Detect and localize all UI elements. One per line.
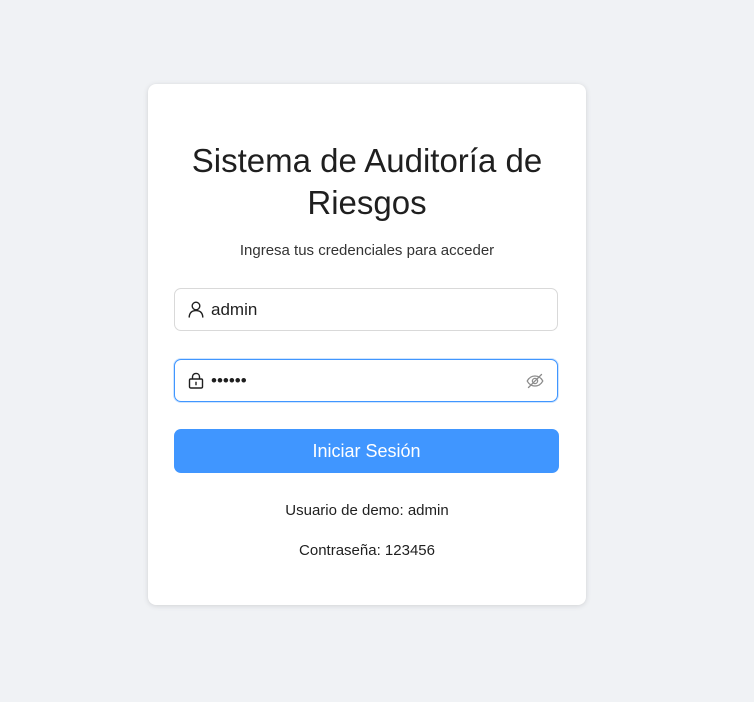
page-title: Sistema de Auditoría de Riesgos bbox=[191, 142, 543, 221]
demo-username-text: Usuario de demo: admin bbox=[285, 502, 449, 519]
username-field[interactable] bbox=[174, 288, 558, 331]
password-field[interactable] bbox=[174, 359, 558, 402]
lock-icon bbox=[187, 372, 205, 390]
password-input[interactable] bbox=[211, 365, 525, 396]
user-icon bbox=[187, 301, 205, 319]
login-button[interactable]: Iniciar Sesión bbox=[174, 429, 559, 473]
login-card: Sistema de Auditoría de Riesgos Ingresa … bbox=[148, 84, 586, 605]
demo-password-text: Contraseña: 123456 bbox=[299, 542, 435, 559]
login-subtitle: Ingresa tus credenciales para acceder bbox=[239, 242, 495, 259]
username-input[interactable] bbox=[211, 294, 557, 325]
eye-invisible-icon[interactable] bbox=[525, 371, 545, 391]
